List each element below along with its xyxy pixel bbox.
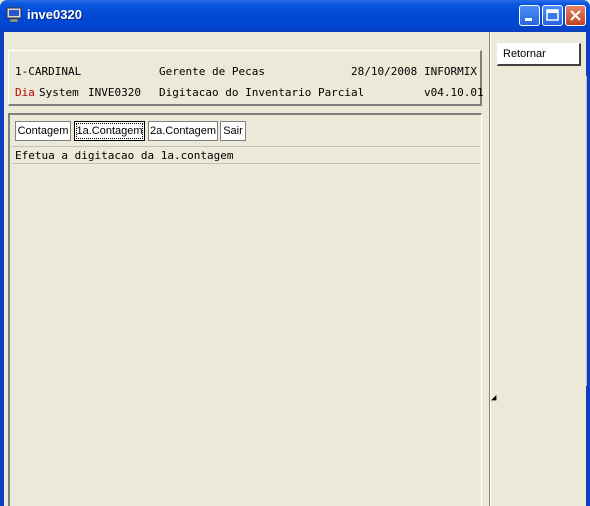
app-icon — [6, 7, 22, 23]
panel-divider-highlight — [490, 32, 491, 506]
app-window: inve0320 1-CARDINAL Gerente de Pecas 28/… — [0, 0, 590, 506]
version: v04.10.01 — [424, 86, 484, 99]
minimize-icon — [525, 18, 532, 21]
close-icon — [570, 10, 581, 21]
brand-system: System — [39, 86, 79, 99]
brand-dia: Dia — [15, 86, 35, 99]
main-panel — [8, 113, 482, 506]
maximize-button[interactable] — [542, 5, 563, 26]
database-name: INFORMIX — [424, 65, 477, 78]
maximize-icon — [546, 9, 559, 21]
side-panel-edge — [586, 76, 587, 386]
menu-item-1a-contagem[interactable]: 1a.Contagem — [74, 121, 145, 141]
minimize-button[interactable] — [519, 5, 540, 26]
program-title: Digitacao do Inventario Parcial — [159, 86, 365, 99]
title-bar[interactable]: inve0320 — [0, 0, 590, 32]
window-frame-left — [0, 32, 4, 506]
company-name: 1-CARDINAL — [15, 65, 82, 78]
menu-item-2a-contagem[interactable]: 2a.Contagem — [148, 121, 218, 141]
module-title: Gerente de Pecas — [159, 65, 265, 78]
menu-description: Efetua a digitacao da 1a.contagem — [15, 149, 234, 162]
resize-grip-icon[interactable]: ◢ — [491, 393, 496, 403]
menu-item-sair[interactable]: Sair — [220, 121, 246, 141]
current-date: 28/10/2008 — [351, 65, 418, 78]
retornar-button[interactable]: Retornar — [497, 43, 581, 66]
window-title: inve0320 — [27, 7, 82, 22]
program-code: INVE0320 — [88, 86, 141, 99]
menu-item-contagem[interactable]: Contagem — [15, 121, 71, 141]
close-button[interactable] — [565, 5, 586, 26]
